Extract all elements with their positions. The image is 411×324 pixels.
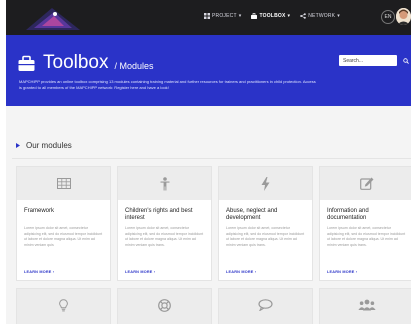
caret-right-icon (16, 143, 20, 148)
nav-project[interactable]: PROJECT ▾ (204, 13, 241, 19)
table-icon (56, 178, 71, 189)
search-button[interactable] (400, 55, 411, 66)
page-title-row: Toolbox / Modules (18, 53, 154, 72)
module-card[interactable] (117, 288, 212, 324)
learn-more-link[interactable]: LEARN MORE › (24, 270, 54, 274)
child-icon (160, 176, 169, 190)
page-subtitle: / Modules (114, 61, 154, 71)
module-card[interactable] (319, 288, 411, 324)
card-title: Information and documentation (327, 208, 369, 221)
module-card-childrens-rights[interactable]: Children's rights and best interest Lore… (117, 166, 212, 281)
page-frame: PROJECT ▾ TOOLBOX ▾ NETWORK ▾ EN Toolbox… (6, 0, 411, 324)
section-heading: Our modules (16, 141, 72, 150)
nav-network-label: NETWORK (308, 13, 336, 19)
section-divider (12, 158, 411, 159)
chevron-down-icon: ▾ (287, 13, 291, 19)
card-text: Lorem ipsum dolor sit amet, consectetur … (226, 226, 305, 247)
speech-bubble-icon (258, 299, 273, 311)
language-switcher[interactable]: EN (381, 10, 395, 24)
user-avatar[interactable] (396, 8, 411, 25)
card-text: Lorem ipsum dolor sit amet, consectetur … (24, 226, 103, 247)
grid-icon (204, 13, 210, 19)
site-logo[interactable] (24, 4, 82, 32)
learn-more-link[interactable]: LEARN MORE › (226, 270, 256, 274)
toolbox-icon (251, 13, 258, 19)
group-icon (357, 299, 376, 311)
module-card-framework[interactable]: Framework Lorem ipsum dolor sit amet, co… (16, 166, 111, 281)
lifebuoy-icon (158, 299, 171, 312)
module-card[interactable] (16, 288, 111, 324)
nav-toolbox[interactable]: TOOLBOX ▾ (251, 13, 290, 19)
card-text: Lorem ipsum dolor sit amet, consectetur … (327, 226, 406, 247)
chevron-down-icon: ▾ (337, 13, 340, 19)
card-icon-area (219, 167, 312, 200)
main-menu: PROJECT ▾ TOOLBOX ▾ NETWORK ▾ (204, 13, 340, 19)
edit-icon (359, 177, 373, 190)
avatar-image (396, 8, 411, 25)
card-icon-area (17, 167, 110, 200)
page-header-banner: Toolbox / Modules MAPCHIPP provides an o… (6, 35, 411, 106)
top-navigation-bar: PROJECT ▾ TOOLBOX ▾ NETWORK ▾ EN (6, 0, 411, 35)
card-icon-area (320, 167, 411, 200)
lightbulb-icon (59, 299, 68, 312)
chevron-down-icon: ▾ (238, 13, 242, 19)
card-title: Children's rights and best interest (125, 208, 193, 221)
nav-network[interactable]: NETWORK ▾ (300, 13, 340, 19)
module-card-information[interactable]: Information and documentation Lorem ipsu… (319, 166, 411, 281)
share-icon (300, 13, 307, 19)
card-title: Abuse, neglect and development (226, 208, 278, 221)
page-title: Toolbox (43, 52, 109, 73)
card-title: Framework (24, 208, 55, 214)
search-input[interactable] (339, 55, 397, 66)
nav-toolbox-label: TOOLBOX (259, 13, 286, 19)
toolbox-icon (18, 55, 35, 71)
section-title: Our modules (26, 141, 72, 150)
search-icon (402, 57, 409, 64)
page-description: MAPCHIPP provides an online toolbox comp… (19, 79, 316, 90)
lightning-icon (261, 176, 270, 191)
learn-more-link[interactable]: LEARN MORE › (327, 270, 357, 274)
learn-more-link[interactable]: LEARN MORE › (125, 270, 155, 274)
card-text: Lorem ipsum dolor sit amet, consectetur … (125, 226, 204, 247)
card-icon-area (118, 167, 211, 200)
module-card-abuse-neglect[interactable]: Abuse, neglect and development Lorem ips… (218, 166, 313, 281)
module-card[interactable] (218, 288, 313, 324)
nav-project-label: PROJECT (212, 13, 237, 19)
